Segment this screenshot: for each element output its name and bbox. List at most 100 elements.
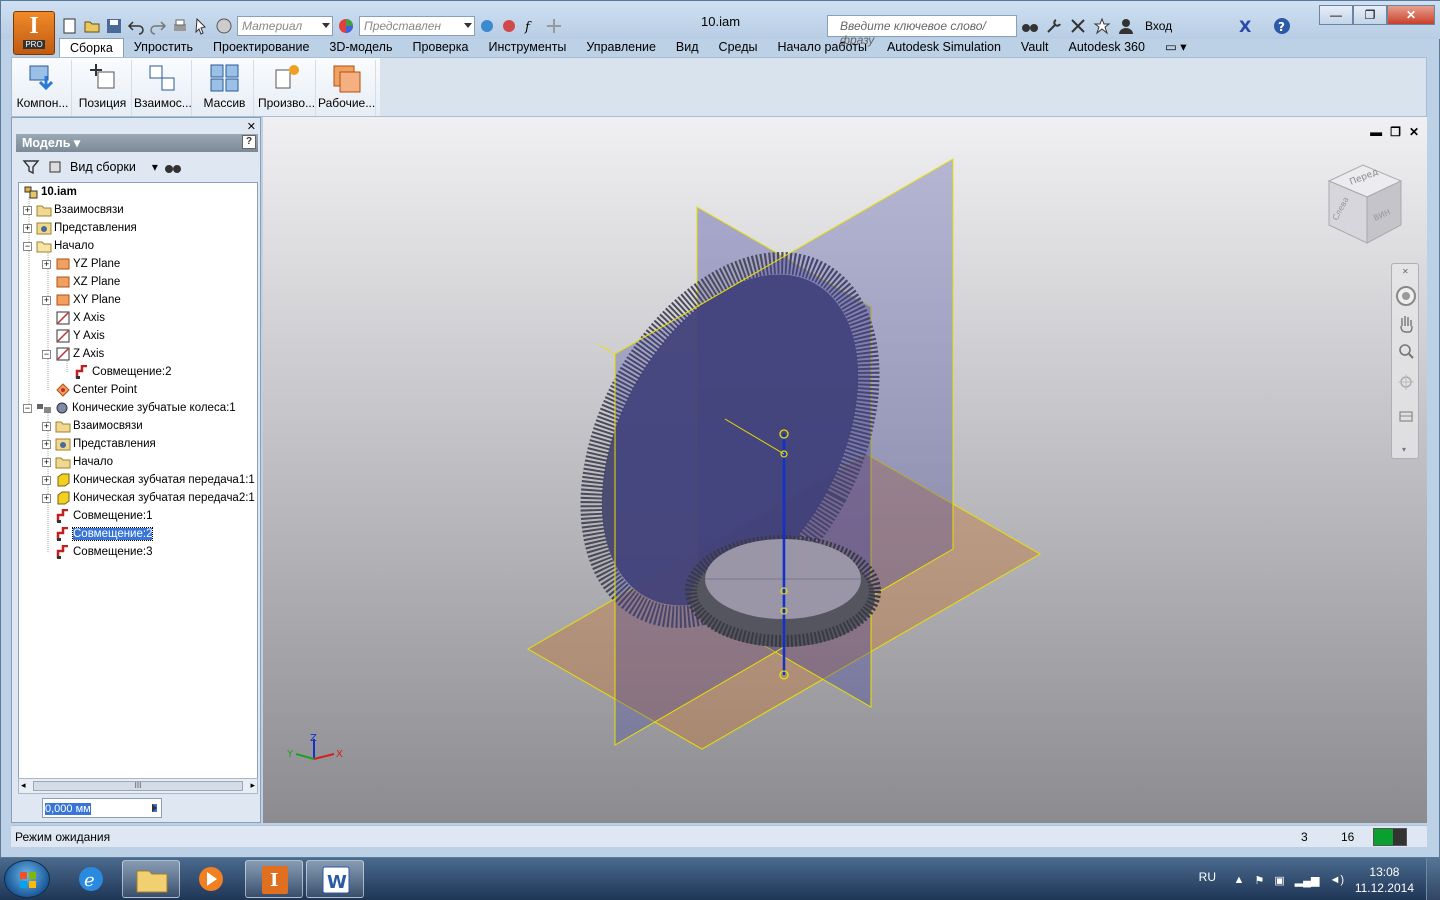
browser-view-dropdown[interactable]: Вид сборки — [70, 160, 136, 174]
horizontal-scrollbar[interactable]: ◂ III ▸ — [18, 778, 258, 794]
tree-node-origin[interactable]: − Начало — [23, 237, 94, 255]
tab-manage[interactable]: Управление — [576, 38, 666, 57]
filter-icon[interactable] — [22, 158, 40, 176]
binoculars-icon[interactable] — [164, 158, 182, 176]
binoculars-icon[interactable] — [1021, 17, 1039, 35]
clear-icon[interactable] — [501, 17, 519, 35]
show-desktop-button[interactable] — [1426, 858, 1440, 900]
tab-3d-model[interactable]: 3D-модель — [319, 38, 402, 57]
expand-icon[interactable]: + — [23, 223, 32, 233]
network-icon[interactable]: ▂▄▆ — [1295, 874, 1320, 887]
taskbar-explorer[interactable] — [122, 860, 180, 898]
tree-node-representations[interactable]: + Представления — [23, 219, 137, 237]
redo-icon[interactable] — [149, 17, 167, 35]
formula-icon[interactable]: f — [523, 17, 541, 35]
minimize-button[interactable]: — — [1319, 5, 1353, 25]
language-indicator[interactable]: RU — [1199, 870, 1216, 884]
pattern-button[interactable]: Массив — [196, 60, 254, 116]
tree-node-xz-plane[interactable]: XZ Plane — [42, 273, 120, 291]
zoom-icon[interactable] — [1399, 344, 1414, 359]
view-cube[interactable]: Перед Слева ВИН — [1327, 164, 1403, 244]
expand-icon[interactable]: + — [42, 421, 51, 431]
taskbar-ie[interactable]: e — [62, 860, 120, 898]
productivity-button[interactable]: Произво... — [258, 60, 316, 116]
scrollbar-thumb[interactable]: III — [33, 781, 243, 791]
taskbar-inventor[interactable]: I — [245, 860, 303, 898]
representation-combo[interactable]: Представлен — [359, 16, 475, 36]
tree-node-root[interactable]: 10.iam — [23, 183, 77, 201]
expand-icon[interactable]: + — [42, 457, 51, 467]
expand-icon[interactable]: + — [42, 295, 51, 305]
maximize-button[interactable]: ❐ — [1353, 5, 1387, 25]
chevron-right-icon[interactable] — [152, 804, 157, 812]
close-button[interactable]: ✕ — [1387, 5, 1435, 25]
expand-icon[interactable]: + — [42, 493, 51, 503]
collapse-icon[interactable]: − — [23, 241, 32, 251]
open-folder-icon[interactable] — [83, 17, 101, 35]
expand-icon[interactable]: + — [42, 439, 51, 449]
tab-inspect[interactable]: Проверка — [402, 38, 478, 57]
expand-icon[interactable]: + — [42, 475, 51, 485]
tab-environments[interactable]: Среды — [709, 38, 768, 57]
tree-node-bevel-gear-2[interactable]: + Коническая зубчатая передача2:1 — [42, 489, 255, 507]
scroll-right-icon[interactable]: ▸ — [250, 780, 255, 791]
tree-node-flush-3[interactable]: Совмещение:3 — [55, 543, 152, 561]
close-icon[interactable]: ✕ — [247, 120, 256, 133]
tree-node-yz-plane[interactable]: + YZ Plane — [42, 255, 120, 273]
tree-node-flush-2[interactable]: Совмещение:2 — [55, 525, 154, 543]
appearance-icon[interactable] — [215, 17, 233, 35]
tree-node-xy-plane[interactable]: + XY Plane — [42, 291, 121, 309]
new-file-icon[interactable] — [61, 17, 79, 35]
tree-node-z-axis[interactable]: − Z Axis — [42, 345, 104, 363]
browser-header[interactable]: Модель ▾ ? — [16, 134, 258, 152]
taskbar-word[interactable]: W — [306, 860, 364, 898]
color-wheel-icon[interactable] — [337, 17, 355, 35]
application-menu-button[interactable]: I PRO — [13, 11, 55, 55]
tab-get-started[interactable]: Начало работы — [767, 38, 876, 57]
tree-node-sub-representations[interactable]: + Представления — [42, 435, 156, 453]
expand-icon[interactable]: + — [42, 259, 51, 269]
position-button[interactable]: Позиция — [74, 60, 132, 116]
login-link[interactable]: Вход — [1145, 19, 1172, 33]
steering-wheel-icon[interactable] — [1396, 286, 1416, 306]
tab-view[interactable]: Вид — [666, 38, 709, 57]
action-center-icon[interactable]: ⚑ — [1254, 874, 1264, 887]
user-icon[interactable] — [1117, 17, 1135, 35]
taskbar-media-player[interactable] — [182, 860, 240, 898]
chevron-down-icon[interactable]: ▾ — [152, 160, 158, 174]
tab-assembly[interactable]: Сборка — [59, 38, 124, 57]
show-hidden-icons-icon[interactable]: ▲ — [1234, 874, 1245, 887]
scroll-left-icon[interactable]: ◂ — [21, 780, 26, 791]
pan-icon[interactable] — [1400, 316, 1413, 333]
select-icon[interactable] — [193, 17, 211, 35]
tab-vault[interactable]: Vault — [1011, 38, 1059, 57]
tree-node-flush-2-child[interactable]: Совмещение:2 — [74, 363, 171, 381]
tab-tools[interactable]: Инструменты — [478, 38, 576, 57]
offset-value-input[interactable]: 0,000 мм — [42, 798, 162, 818]
constrain-button[interactable]: Взаимос... — [134, 60, 192, 116]
undo-icon[interactable] — [127, 17, 145, 35]
tools-icon[interactable] — [1069, 17, 1087, 35]
orbit-icon[interactable] — [1398, 374, 1414, 390]
cross-icon[interactable] — [545, 17, 563, 35]
place-component-button[interactable]: Компон... — [14, 60, 72, 116]
view-face-icon[interactable] — [1399, 411, 1413, 422]
navbar-close-icon[interactable]: ✕ — [1402, 267, 1409, 276]
help-icon[interactable]: ? — [242, 135, 256, 149]
tree-node-subassembly[interactable]: − Конические зубчатые колеса:1 — [23, 399, 236, 417]
start-button[interactable] — [4, 860, 50, 898]
adjust-icon[interactable] — [479, 17, 497, 35]
star-icon[interactable] — [1093, 17, 1111, 35]
collapse-icon[interactable]: − — [42, 349, 51, 359]
navbar-menu-icon[interactable]: ▾ — [1402, 445, 1406, 454]
search-input[interactable]: Введите ключевое слово/фразу — [827, 15, 1017, 47]
volume-icon[interactable]: ◄) — [1329, 874, 1344, 887]
save-icon[interactable] — [105, 17, 123, 35]
tree-node-relationships[interactable]: + Взаимосвязи — [23, 201, 124, 219]
exchange-x-icon[interactable]: X — [1237, 17, 1255, 36]
ribbon-display-toggle[interactable]: ▭ ▾ — [1155, 38, 1197, 57]
system-clock[interactable]: 13:08 11.12.2014 — [1355, 864, 1414, 896]
wrench-icon[interactable] — [1045, 17, 1063, 35]
collapse-icon[interactable]: − — [23, 403, 32, 413]
expand-icon[interactable]: + — [23, 205, 32, 215]
